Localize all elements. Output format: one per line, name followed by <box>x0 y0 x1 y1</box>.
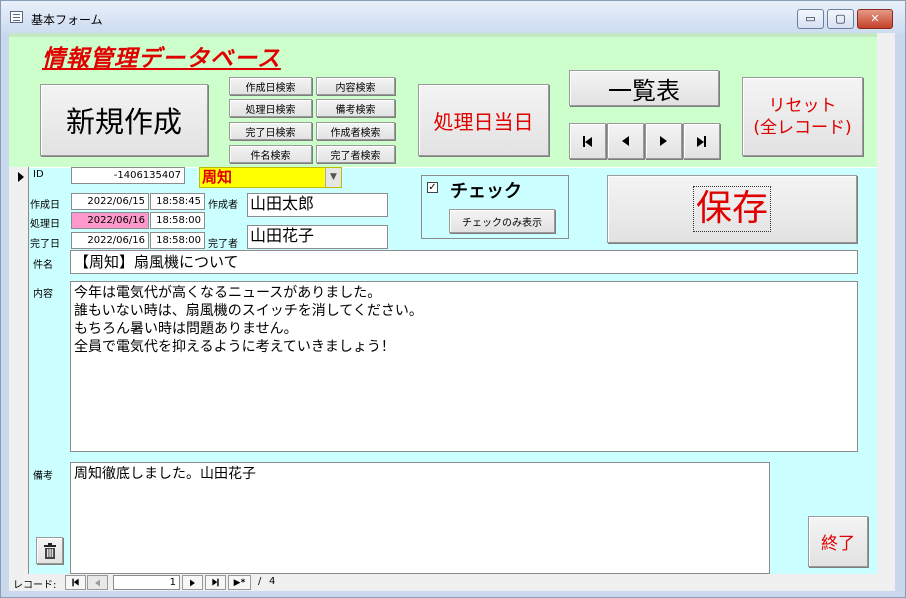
creator-label: 作成者 <box>208 200 238 211</box>
search-remarks-button[interactable]: 備考検索 <box>316 99 395 117</box>
vertical-scrollbar[interactable] <box>877 33 895 591</box>
close-button[interactable]: ✕ <box>857 9 893 29</box>
next-record-icon <box>660 136 667 146</box>
reset-all-records-button[interactable]: リセット (全レコード) <box>742 77 863 156</box>
last-record-button[interactable] <box>683 123 720 159</box>
remarks-label: 備考 <box>33 471 53 482</box>
minimize-button[interactable]: ▭ <box>797 9 824 29</box>
record-navigation-bar: レコード: 1 ▶* / 4 <box>9 574 877 591</box>
nav-first-button[interactable] <box>65 575 86 590</box>
next-record-button[interactable] <box>645 123 682 159</box>
new-record-icon: ▶* <box>233 577 246 588</box>
next-record-icon <box>190 579 195 586</box>
creator-field[interactable]: 山田太郎 <box>247 193 388 217</box>
nav-next-button[interactable] <box>182 575 203 590</box>
remarks-textarea[interactable]: 周知徹底しました。山田花子 <box>70 462 770 574</box>
save-button[interactable]: 保存 <box>607 175 857 243</box>
list-view-button[interactable]: 一覧表 <box>569 70 719 106</box>
content-textarea[interactable]: 今年は電気代が高くなるニュースがありました。 誰もいない時は、扇風機のスイッチを… <box>70 281 858 452</box>
check-only-filter-button[interactable]: チェックのみ表示 <box>449 209 555 233</box>
category-combobox[interactable]: 周知 ▼ <box>199 167 342 188</box>
reset-button-line1: リセット <box>768 95 837 116</box>
processed-today-button[interactable]: 処理日当日 <box>418 84 549 156</box>
record-nav-label: レコード: <box>13 580 57 591</box>
search-completed-date-button[interactable]: 完了日検索 <box>229 122 312 140</box>
created-date-field[interactable]: 2022/06/15 <box>71 193 149 210</box>
form-client-area: 情報管理データベース 新規作成 作成日検索 処理日検索 完了日検索 件名検索 内… <box>9 33 895 591</box>
nav-current-record-field[interactable]: 1 <box>113 575 180 590</box>
form-header: 情報管理データベース 新規作成 作成日検索 処理日検索 完了日検索 件名検索 内… <box>9 33 877 167</box>
completed-date-field[interactable]: 2022/06/16 <box>71 232 149 249</box>
previous-record-button[interactable] <box>607 123 644 159</box>
header-top-strip <box>9 33 877 37</box>
last-record-icon <box>212 578 219 587</box>
maximize-icon: ▢ <box>835 12 846 25</box>
created-time-field[interactable]: 18:58:45 <box>150 193 205 210</box>
new-record-button[interactable]: 新規作成 <box>40 84 208 156</box>
first-record-icon <box>72 578 79 587</box>
id-label: ID <box>33 169 44 180</box>
delete-record-button[interactable] <box>36 537 63 564</box>
processed-date-label: 処理日 <box>30 219 60 230</box>
check-checkbox[interactable]: ✓ <box>427 182 438 193</box>
minimize-icon: ▭ <box>805 12 816 25</box>
nav-previous-button[interactable] <box>87 575 108 590</box>
completer-label: 完了者 <box>208 239 238 250</box>
content-label: 内容 <box>33 289 53 300</box>
trash-icon <box>43 542 56 559</box>
reset-button-line2: (全レコード) <box>753 117 852 138</box>
completer-field[interactable]: 山田花子 <box>247 225 388 249</box>
title-bar[interactable]: 基本フォーム ▭ ▢ ✕ <box>1 1 905 33</box>
completed-time-field[interactable]: 18:58:00 <box>150 232 205 249</box>
processed-time-field[interactable]: 18:58:00 <box>150 212 205 229</box>
previous-record-icon <box>95 579 100 586</box>
search-completer-button[interactable]: 完了者検索 <box>316 145 395 163</box>
subject-label: 件名 <box>33 260 53 271</box>
form-icon <box>10 11 23 23</box>
record-selector[interactable] <box>9 167 29 574</box>
close-icon: ✕ <box>870 12 880 25</box>
id-field[interactable]: -1406135407 <box>71 167 185 184</box>
chevron-down-icon[interactable]: ▼ <box>325 168 341 187</box>
search-processed-date-button[interactable]: 処理日検索 <box>229 99 312 117</box>
search-subject-button[interactable]: 件名検索 <box>229 145 312 163</box>
nav-total-records: 4 <box>269 576 276 587</box>
maximize-button[interactable]: ▢ <box>827 9 854 29</box>
search-created-date-button[interactable]: 作成日検索 <box>229 77 312 95</box>
search-creator-button[interactable]: 作成者検索 <box>316 122 395 140</box>
nav-separator: / <box>258 576 262 587</box>
save-button-label: 保存 <box>692 186 771 232</box>
current-record-arrow-icon <box>18 172 24 182</box>
first-record-button[interactable] <box>569 123 606 159</box>
subject-field[interactable]: 【周知】扇風機について <box>70 250 858 274</box>
created-date-label: 作成日 <box>30 200 60 211</box>
checkmark-icon: ✓ <box>428 182 437 193</box>
nav-last-button[interactable] <box>205 575 226 590</box>
nav-new-record-button[interactable]: ▶* <box>228 575 251 590</box>
app-title: 情報管理データベース <box>42 46 281 72</box>
completed-date-label: 完了日 <box>30 239 60 250</box>
window-title: 基本フォーム <box>31 13 103 27</box>
first-record-icon <box>583 132 592 151</box>
search-content-button[interactable]: 内容検索 <box>316 77 395 95</box>
category-value: 周知 <box>202 168 233 186</box>
previous-record-icon <box>622 136 629 146</box>
last-record-icon <box>697 132 706 151</box>
check-label: チェック <box>450 181 522 202</box>
exit-button[interactable]: 終了 <box>808 516 868 567</box>
application-window: 基本フォーム ▭ ▢ ✕ 情報管理データベース 新規作成 作成日検索 処理日検索… <box>0 0 906 598</box>
processed-date-field[interactable]: 2022/06/16 <box>71 212 149 229</box>
